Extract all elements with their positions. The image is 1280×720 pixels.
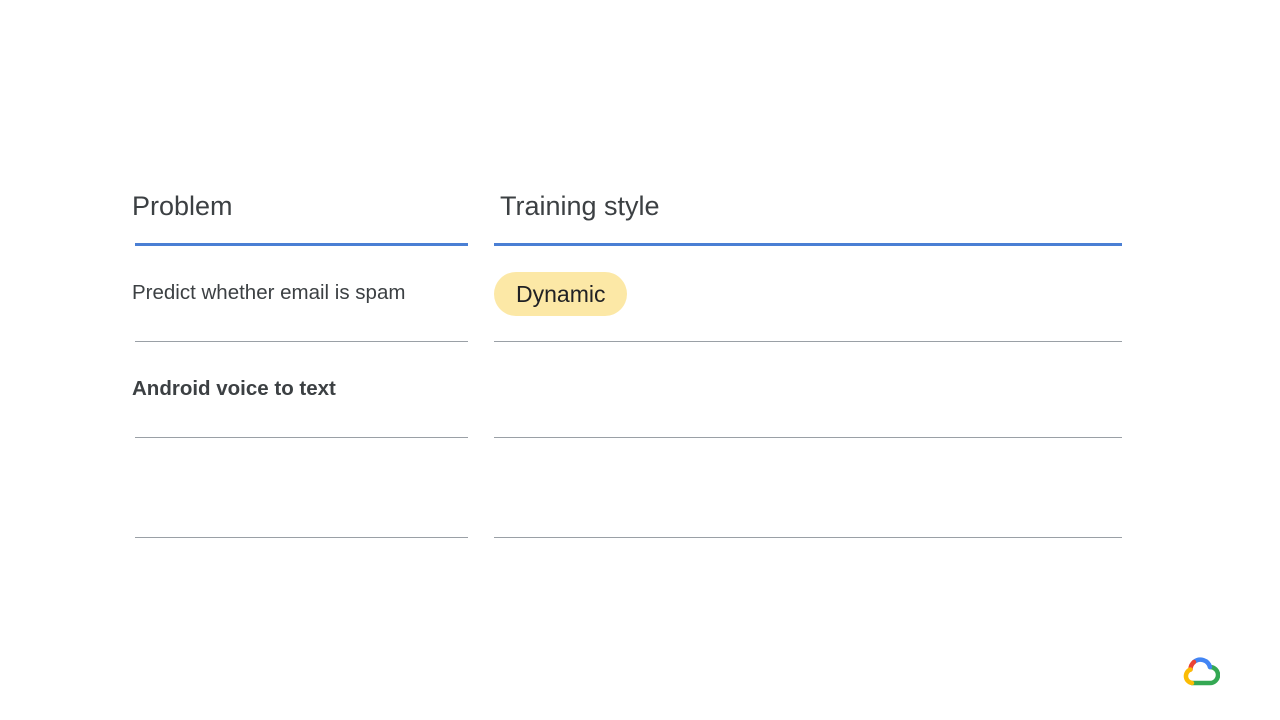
problem-row-2-rule xyxy=(135,437,468,438)
training-style-chip-row-1: Dynamic xyxy=(494,272,628,316)
problem-header-rule xyxy=(135,243,468,246)
slide: Problem Training style Predict whether e… xyxy=(0,0,1280,720)
training-style-row-2-rule xyxy=(494,437,1122,438)
training-style-row-1-rule xyxy=(494,341,1122,342)
training-style-column-header: Training style xyxy=(500,191,660,221)
problem-cell-row-1: Predict whether email is spam xyxy=(132,281,406,304)
problem-cell-row-2: Android voice to text xyxy=(132,377,336,400)
google-cloud-icon xyxy=(1180,654,1221,688)
training-style-header-rule xyxy=(494,243,1122,246)
training-style-row-3-rule xyxy=(494,537,1122,538)
problem-column-header: Problem xyxy=(132,191,233,221)
problem-row-1-rule xyxy=(135,341,468,342)
problem-row-3-rule xyxy=(135,537,468,538)
